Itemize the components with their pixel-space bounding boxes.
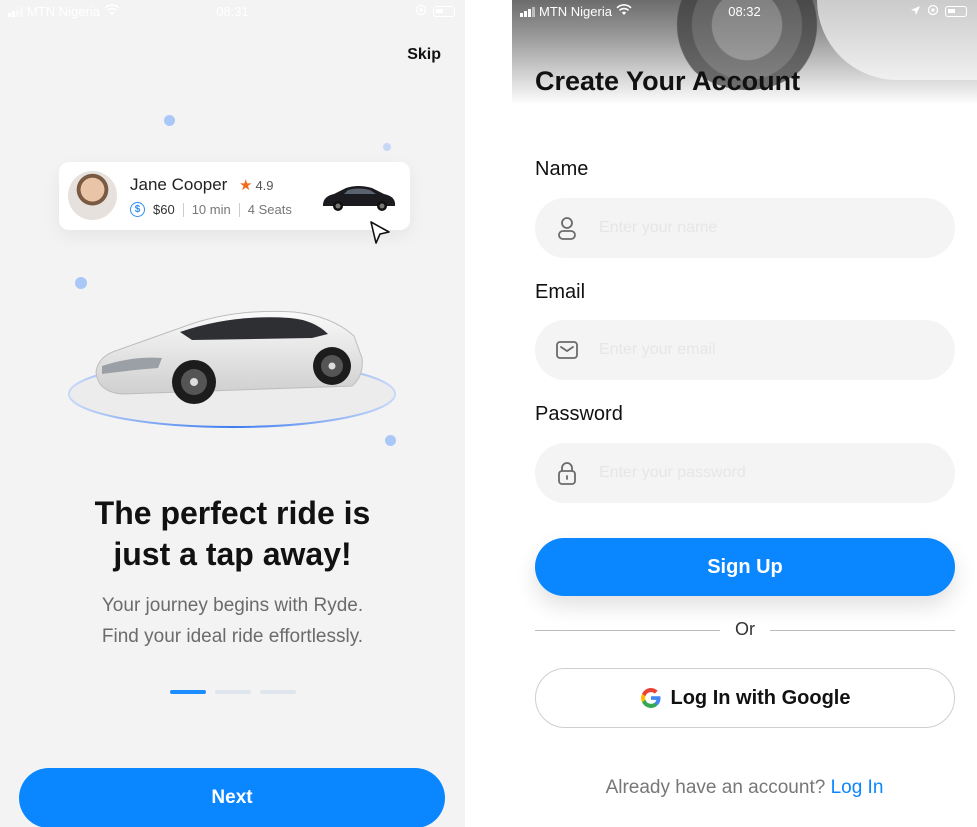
- subtitle-line: Find your ideal ride effortlessly.: [101, 626, 364, 647]
- person-icon: [558, 217, 576, 240]
- login-prompt: Already have an account? Log In: [512, 777, 977, 799]
- hero-car-image: [68, 310, 396, 428]
- car-thumbnail-image: [323, 186, 395, 211]
- or-divider: Or: [535, 619, 955, 643]
- page-title: Create Your Account: [535, 66, 801, 96]
- login-link[interactable]: Log In: [831, 777, 884, 798]
- driver-avatar: [68, 171, 117, 220]
- lock-icon: [558, 462, 576, 485]
- subtitle-line: Your journey begins with Ryde.: [101, 595, 364, 616]
- status-time: 08:32: [728, 4, 761, 19]
- headline-line: just a tap away!: [113, 536, 352, 572]
- skip-button[interactable]: Skip: [407, 46, 441, 64]
- password-input[interactable]: [599, 443, 939, 503]
- ride-duration: 10 min: [191, 202, 231, 217]
- driver-rating: ★ 4.9: [239, 176, 274, 194]
- google-button-label: Log In with Google: [670, 686, 851, 709]
- signal-icon: [8, 6, 23, 17]
- login-prompt-text: Already have an account?: [605, 777, 826, 798]
- password-label: Password: [535, 403, 623, 425]
- orientation-lock-icon: [927, 4, 939, 19]
- ride-seats: 4 Seats: [247, 202, 292, 217]
- name-label: Name: [535, 158, 589, 180]
- carrier-name: MTN Nigeria: [539, 4, 612, 19]
- password-field[interactable]: [535, 443, 955, 503]
- battery-icon: [433, 6, 455, 17]
- page-dot[interactable]: [215, 690, 251, 694]
- email-label: Email: [535, 281, 586, 303]
- sign-up-button[interactable]: Sign Up: [535, 538, 955, 596]
- email-field[interactable]: [535, 320, 955, 380]
- status-bar: MTN Nigeria 08:32: [512, 0, 977, 22]
- driver-name: Jane Cooper: [130, 175, 228, 194]
- ride-preview-card: Jane Cooper ★ 4.9 $ $60 10 min 4 Seats: [59, 162, 410, 230]
- location-arrow-icon: [910, 4, 921, 19]
- onboarding-screen: MTN Nigeria 08:31 Skip Jane Cooper ★ 4.9…: [0, 0, 465, 827]
- google-icon: [640, 688, 660, 708]
- page-dot-active[interactable]: [170, 690, 206, 694]
- ride-price: $60: [153, 202, 175, 217]
- decor-dot: [383, 143, 391, 151]
- status-bar: MTN Nigeria 08:31: [0, 0, 465, 22]
- orientation-lock-icon: [415, 4, 427, 19]
- signal-icon: [520, 6, 535, 17]
- signup-screen: MTN Nigeria 08:32 Create Your Account Na…: [512, 0, 977, 827]
- decor-dot: [164, 115, 175, 126]
- battery-icon: [945, 6, 967, 17]
- divider: [238, 202, 240, 217]
- carrier-name: MTN Nigeria: [27, 4, 100, 19]
- email-input[interactable]: [599, 320, 939, 380]
- ride-meta: $ $60 10 min 4 Seats: [130, 202, 292, 217]
- rating-value: 4.9: [255, 177, 274, 193]
- google-login-button[interactable]: Log In with Google: [535, 668, 955, 728]
- onboarding-subtitle: Your journey begins with Ryde. Find your…: [0, 590, 465, 652]
- wifi-icon: [616, 4, 632, 19]
- name-field[interactable]: [535, 198, 955, 258]
- divider: [182, 202, 184, 217]
- decor-dot: [385, 435, 396, 446]
- divider-line: [770, 630, 955, 631]
- page-dot[interactable]: [260, 690, 296, 694]
- headline-line: The perfect ride is: [94, 495, 371, 531]
- pointer-cursor-icon: [370, 221, 390, 244]
- page-indicator: [170, 690, 296, 694]
- star-icon: ★: [239, 177, 253, 194]
- mail-icon: [556, 341, 578, 359]
- dollar-icon: $: [130, 202, 145, 217]
- onboarding-headline: The perfect ride is just a tap away!: [0, 493, 465, 575]
- wifi-icon: [104, 4, 120, 19]
- next-button[interactable]: Next: [19, 768, 445, 827]
- status-time: 08:31: [216, 4, 249, 19]
- decor-dot: [75, 277, 87, 289]
- name-input[interactable]: [599, 198, 939, 258]
